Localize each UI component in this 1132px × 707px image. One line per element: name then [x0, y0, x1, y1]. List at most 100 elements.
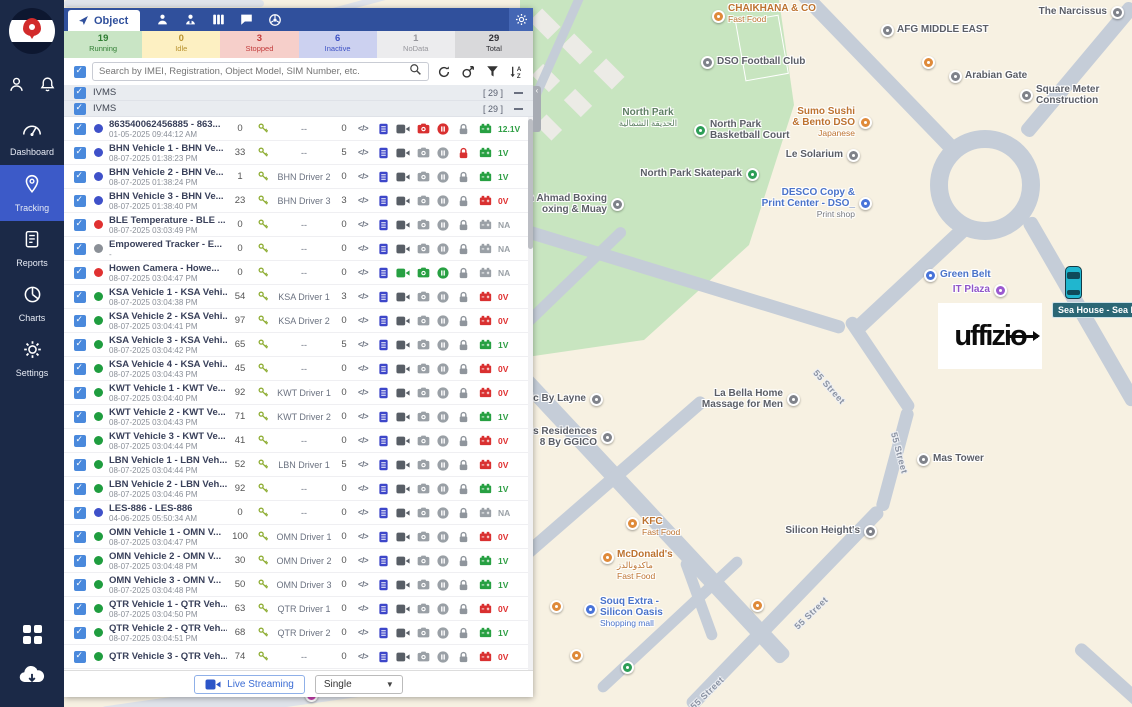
poi-pin-icon[interactable] [881, 24, 894, 37]
details-icon[interactable] [373, 291, 393, 303]
playback-icon[interactable] [433, 530, 453, 543]
poi-pin-icon[interactable] [924, 269, 937, 282]
refresh-button[interactable] [435, 63, 453, 81]
lock-icon[interactable] [453, 387, 473, 399]
status-chip-inactive[interactable]: 6 Inactive [298, 31, 377, 58]
group-checkbox[interactable] [74, 102, 86, 115]
object-row[interactable]: KWT Vehicle 1 - KWT Ve... 08-07-2025 03:… [64, 381, 533, 405]
object-row[interactable]: QTR Vehicle 2 - QTR Veh... 08-07-2025 03… [64, 621, 533, 645]
photo-camera-icon[interactable] [413, 603, 433, 614]
poi-label[interactable]: KFC Fast Food [642, 516, 680, 538]
playback-icon[interactable] [433, 482, 453, 495]
poi-pin-icon[interactable] [1020, 89, 1033, 102]
video-camera-icon[interactable] [393, 244, 413, 254]
ignition-key-icon[interactable] [253, 243, 273, 254]
object-row[interactable]: LBN Vehicle 2 - LBN Veh... 08-07-2025 03… [64, 477, 533, 501]
object-row[interactable]: KWT Vehicle 3 - KWT Ve... 08-07-2025 03:… [64, 429, 533, 453]
ignition-key-icon[interactable] [253, 579, 273, 590]
ignition-key-icon[interactable] [253, 219, 273, 230]
object-row[interactable]: QTR Vehicle 1 - QTR Veh... 08-07-2025 03… [64, 597, 533, 621]
code-icon[interactable]: </> [353, 604, 373, 613]
photo-camera-icon[interactable] [413, 507, 433, 518]
ignition-key-icon[interactable] [253, 267, 273, 278]
code-icon[interactable]: </> [353, 364, 373, 373]
status-chip-total[interactable]: 29 Total [454, 31, 534, 58]
playback-icon[interactable] [433, 458, 453, 471]
row-checkbox[interactable] [74, 242, 86, 255]
poi-pin-icon[interactable] [746, 168, 759, 181]
lock-icon[interactable] [453, 651, 473, 663]
object-row[interactable]: Howen Camera - Howe... 08-07-2025 03:04:… [64, 261, 533, 285]
list-scrollbar[interactable] [528, 117, 533, 670]
lock-icon[interactable] [453, 531, 473, 543]
search-input[interactable] [99, 66, 409, 77]
sidebar-item-dashboard[interactable]: Dashboard [0, 111, 64, 165]
sidebar-item-tracking[interactable]: Tracking [0, 165, 64, 221]
ignition-key-icon[interactable] [253, 531, 273, 542]
poi-label[interactable]: North Park Skatepark [640, 168, 742, 179]
poi-label[interactable]: AFG MIDDLE EAST [897, 24, 989, 35]
row-checkbox[interactable] [74, 482, 86, 495]
object-row[interactable]: KSA Vehicle 2 - KSA Vehi... 08-07-2025 0… [64, 309, 533, 333]
details-icon[interactable] [373, 411, 393, 423]
details-icon[interactable] [373, 435, 393, 447]
photo-camera-icon[interactable] [413, 387, 433, 398]
object-row[interactable]: OMN Vehicle 2 - OMN V... 08-07-2025 03:0… [64, 549, 533, 573]
lock-icon[interactable] [453, 459, 473, 471]
photo-camera-icon[interactable] [413, 219, 433, 230]
row-checkbox[interactable] [74, 458, 86, 471]
group-checkbox[interactable] [74, 86, 86, 99]
poi-label[interactable]: Le Solarium [786, 149, 843, 160]
details-icon[interactable] [373, 531, 393, 543]
photo-camera-icon[interactable] [413, 579, 433, 590]
video-camera-icon[interactable] [393, 340, 413, 350]
live-streaming-button[interactable]: Live Streaming [194, 674, 305, 694]
object-row[interactable]: KSA Vehicle 1 - KSA Vehi... 08-07-2025 0… [64, 285, 533, 309]
photo-camera-icon[interactable] [413, 315, 433, 326]
vehicle-marker[interactable] [1065, 266, 1082, 299]
poi-pin-icon[interactable] [751, 599, 764, 612]
playback-icon[interactable] [433, 410, 453, 423]
details-icon[interactable] [373, 651, 393, 663]
row-checkbox[interactable] [74, 554, 86, 567]
object-row[interactable]: BHN Vehicle 3 - BHN Ve... 08-07-2025 01:… [64, 189, 533, 213]
playback-icon[interactable] [433, 338, 453, 351]
lock-icon[interactable] [453, 435, 473, 447]
code-icon[interactable]: </> [353, 244, 373, 253]
video-camera-icon[interactable] [393, 508, 413, 518]
video-camera-icon[interactable] [393, 628, 413, 638]
ignition-key-icon[interactable] [253, 603, 273, 614]
lock-icon[interactable] [453, 267, 473, 279]
object-row[interactable]: OMN Vehicle 3 - OMN V... 08-07-2025 03:0… [64, 573, 533, 597]
poi-pin-icon[interactable] [550, 600, 563, 613]
bell-icon[interactable] [39, 76, 56, 93]
code-icon[interactable]: </> [353, 172, 373, 181]
code-icon[interactable]: </> [353, 508, 373, 517]
lock-icon[interactable] [453, 219, 473, 231]
poi-pin-icon[interactable] [787, 393, 800, 406]
chat-tab-icon[interactable] [240, 13, 253, 26]
status-chip-running[interactable]: 19 Running [64, 31, 143, 58]
playback-icon[interactable] [433, 266, 453, 279]
code-icon[interactable]: </> [353, 268, 373, 277]
code-icon[interactable]: </> [353, 412, 373, 421]
video-camera-icon[interactable] [393, 292, 413, 302]
row-checkbox[interactable] [74, 434, 86, 447]
poi-label[interactable]: North Park الحديقة الشمالية [619, 107, 677, 129]
photo-camera-icon[interactable] [413, 483, 433, 494]
add-object-button[interactable] [459, 63, 477, 81]
playback-icon[interactable] [433, 554, 453, 567]
object-row[interactable]: BLE Temperature - BLE ... 08-07-2025 03:… [64, 213, 533, 237]
ignition-key-icon[interactable] [253, 555, 273, 566]
video-camera-icon[interactable] [393, 604, 413, 614]
driver-tab-icon[interactable] [156, 13, 169, 26]
photo-camera-icon[interactable] [413, 339, 433, 350]
lock-icon[interactable] [453, 363, 473, 375]
row-checkbox[interactable] [74, 362, 86, 375]
collapse-group-icon[interactable] [514, 91, 523, 94]
video-camera-icon[interactable] [393, 412, 413, 422]
code-icon[interactable]: </> [353, 580, 373, 589]
playback-icon[interactable] [433, 386, 453, 399]
status-chip-nodata[interactable]: 1 NoData [376, 31, 455, 58]
row-checkbox[interactable] [74, 530, 86, 543]
